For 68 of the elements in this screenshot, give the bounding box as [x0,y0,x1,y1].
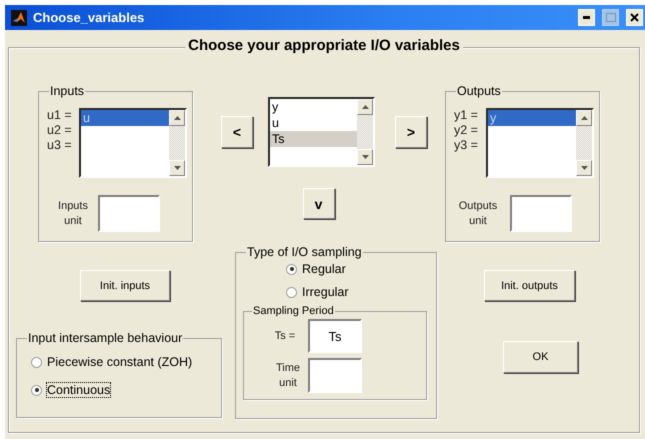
radio-button[interactable] [286,264,297,274]
radio-button[interactable] [31,384,42,396]
variable-list[interactable]: y [486,108,594,178]
slot-label: y1 = [454,108,479,123]
move-down-button[interactable]: v [302,188,334,219]
variable-list[interactable]: y u Ts [268,97,375,167]
scroll-down-button[interactable] [357,149,373,165]
up-arrow-icon [174,116,180,120]
radio-label: Continuous [47,383,110,397]
variable-list[interactable]: u [79,108,187,178]
down-arrow-icon [580,166,588,170]
time-unit-field[interactable] [308,358,362,393]
list-item[interactable]: y [488,110,576,126]
close-icon [630,13,639,22]
scroll-up-button[interactable] [169,110,185,126]
radio-option[interactable]: Piecewise constant (ZOH) [31,355,221,369]
scroll-up-button[interactable] [357,99,373,115]
maximize-icon [606,13,616,22]
ts-label: Ts = [274,328,296,344]
move-right-button[interactable]: > [395,116,427,148]
scrollbar[interactable] [169,110,185,176]
radio-option[interactable]: Irregular [286,285,436,299]
scrollbar[interactable] [357,99,373,165]
radio-button[interactable] [31,356,42,368]
group-title: Inputs [49,84,86,98]
unit-label: Inputs unit [57,198,89,228]
radio-label: Piecewise constant (ZOH) [47,355,192,369]
close-button[interactable] [626,9,643,26]
list-item[interactable]: u [270,115,357,131]
minimize-icon [583,16,590,19]
slot-label: u3 = [47,138,73,153]
unit-label: Outputs unit [458,198,498,228]
app-logo-icon [11,10,27,26]
group-title: Sampling Period [252,305,335,317]
init-inputs-button[interactable]: Init. inputs [80,270,170,301]
list-item[interactable]: y [270,99,357,115]
slot-label: u2 = [47,123,73,138]
sampling-period-field[interactable]: Ts [308,319,362,353]
scroll-down-button[interactable] [169,160,185,176]
window-title: Choose_variables [33,10,146,25]
radio-option[interactable]: Continuous [31,383,221,397]
radio-option[interactable]: Regular [286,262,436,276]
list-item[interactable]: u [81,110,169,126]
group-title: Outputs [456,84,502,98]
slot-label: u1 = [47,108,73,123]
unit-field[interactable] [510,195,572,232]
radio-button[interactable] [286,286,297,298]
frame-title: Choose your appropriate I/O variables [185,37,463,54]
up-arrow-icon [362,105,368,109]
minimize-button[interactable] [578,9,595,26]
slot-label: y3 = [454,138,479,153]
list-item[interactable]: Ts [270,131,357,147]
down-arrow-icon [362,155,368,159]
group-title: Type of I/O sampling [246,245,363,259]
ok-button[interactable]: OK [503,341,578,373]
radio-label: Regular [302,262,346,276]
unit-field[interactable] [98,195,160,232]
group-title: Input intersample behaviour [27,331,184,345]
radio-label: Irregular [302,285,349,299]
slot-label: y2 = [454,123,479,138]
scroll-up-button[interactable] [576,110,592,126]
move-left-button[interactable]: < [221,116,253,148]
down-arrow-icon [174,166,180,170]
scroll-down-button[interactable] [576,160,592,176]
up-arrow-icon [580,116,588,120]
time-unit-label: Time unit [274,360,302,390]
init-outputs-button[interactable]: Init. outputs [484,270,575,301]
scrollbar[interactable] [576,110,592,176]
